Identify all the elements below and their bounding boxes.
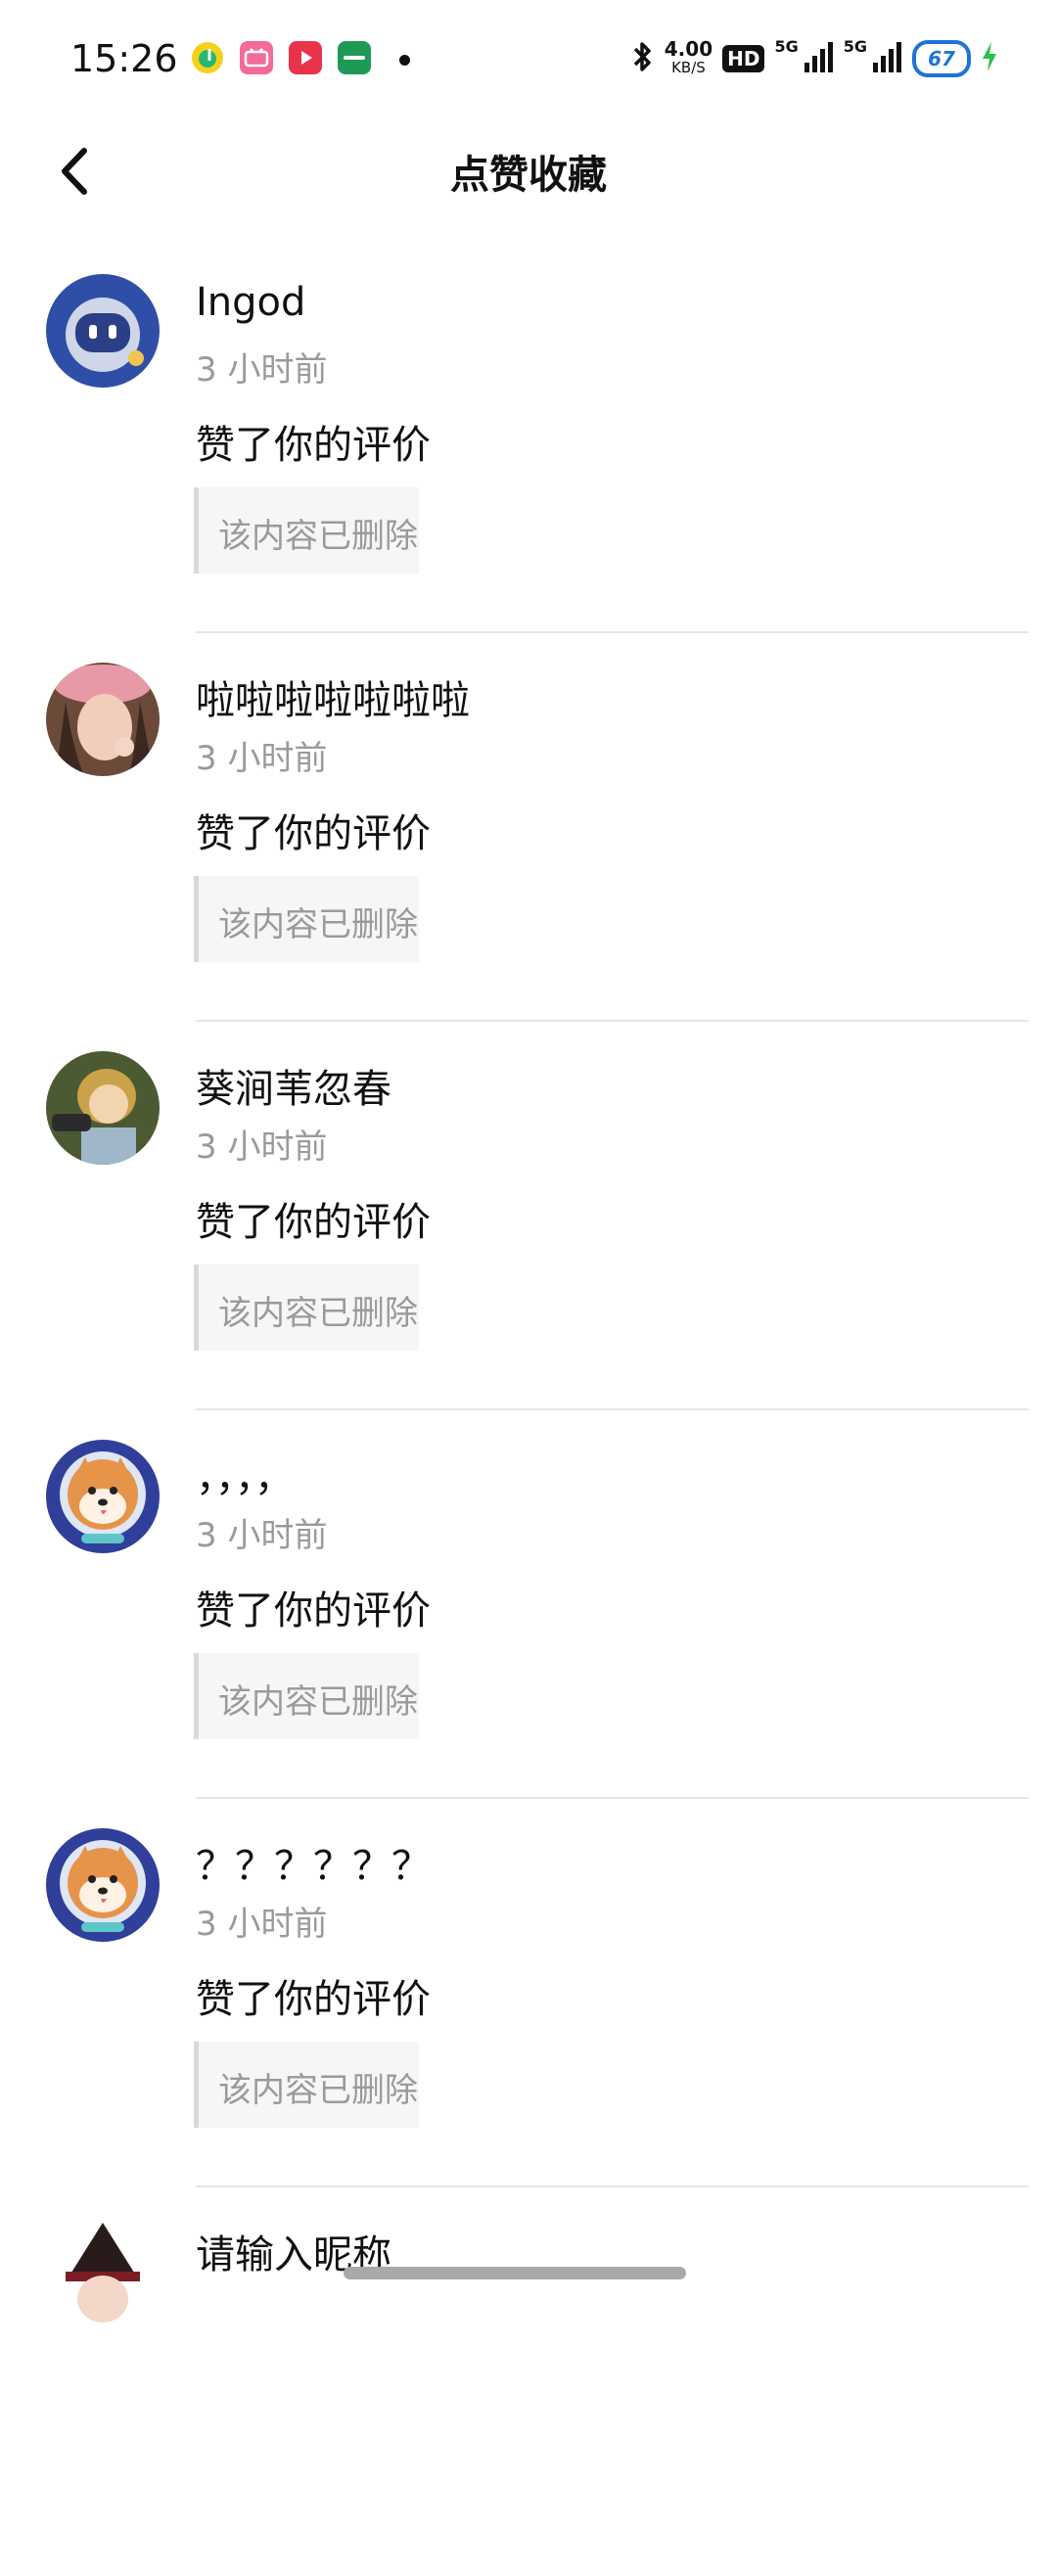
avatar[interactable] — [46, 1051, 160, 1165]
page-title: 点赞收藏 — [450, 153, 607, 198]
list-item[interactable]: 葵涧苇忽春 3 小时前 赞了你的评价 该内容已删除 — [0, 1022, 1057, 1410]
bilibili-icon — [240, 41, 273, 74]
list-item[interactable]: 请输入昵称 — [0, 2187, 1057, 2576]
deleted-content-quote: 该内容已删除 — [194, 1265, 419, 1351]
list-item[interactable]: Ingod 3 小时前 赞了你的评价 该内容已删除 — [0, 245, 1057, 633]
action-text: 赞了你的评价 — [196, 811, 431, 856]
nickname[interactable]: ，，，， — [196, 1446, 294, 1502]
deleted-content-quote: 该内容已删除 — [194, 2042, 419, 2128]
deleted-content-quote: 该内容已删除 — [194, 487, 419, 574]
timestamp: 3 小时前 — [196, 739, 328, 778]
network-type-2: 5G — [843, 37, 867, 56]
avatar[interactable] — [46, 663, 160, 776]
signal-icon-1 — [804, 41, 834, 76]
network-speed: 4.00 KB/S — [664, 37, 713, 76]
avatar[interactable] — [46, 1828, 160, 1942]
avatar[interactable] — [46, 274, 160, 388]
nickname[interactable]: ？？？？？？ — [196, 1834, 431, 1891]
action-text: 赞了你的评价 — [196, 1977, 431, 2022]
qq-music-icon — [191, 41, 224, 74]
action-text: 赞了你的评价 — [196, 1588, 431, 1633]
status-indicators: 4.00 KB/S HD 5G 5G 67 — [631, 37, 998, 80]
network-type-1: 5G — [774, 37, 799, 56]
deleted-content-quote: 该内容已删除 — [194, 1653, 419, 1739]
avatar[interactable] — [46, 2217, 160, 2330]
home-indicator[interactable] — [344, 2267, 686, 2279]
status-time: 15:26 — [70, 37, 178, 80]
timestamp: 3 小时前 — [196, 1127, 328, 1167]
timestamp: 3 小时前 — [196, 1905, 328, 1944]
status-bar: 15:26 4.00 KB/S HD 5G 5G 67 — [0, 0, 1057, 117]
list-item[interactable]: ？？？？？？ 3 小时前 赞了你的评价 该内容已删除 — [0, 1799, 1057, 2187]
list-item[interactable]: 啦啦啦啦啦啦啦 3 小时前 赞了你的评价 该内容已删除 — [0, 633, 1057, 1022]
nickname[interactable]: 啦啦啦啦啦啦啦 — [196, 668, 470, 725]
avatar[interactable] — [46, 1440, 160, 1553]
battery-icon: 67 — [912, 40, 971, 77]
action-text: 赞了你的评价 — [196, 1200, 431, 1245]
timestamp: 3 小时前 — [196, 350, 328, 390]
video-player-icon — [289, 41, 322, 74]
list-item[interactable]: ，，，， 3 小时前 赞了你的评价 该内容已删除 — [0, 1410, 1057, 1799]
notification-dot — [399, 55, 410, 66]
timestamp: 3 小时前 — [196, 1516, 328, 1555]
nickname[interactable]: Ingod — [196, 280, 305, 325]
signal-icon-2 — [873, 41, 902, 76]
oppo-app-icon — [338, 41, 371, 74]
charging-icon — [981, 42, 998, 75]
deleted-content-quote: 该内容已删除 — [194, 876, 419, 962]
action-text: 赞了你的评价 — [196, 423, 431, 468]
notification-list: Ingod 3 小时前 赞了你的评价 该内容已删除 啦啦啦啦啦啦啦 3 小时前 … — [0, 245, 1057, 2576]
top-bar: 点赞收藏 — [0, 117, 1057, 225]
hd-badge: HD — [722, 45, 765, 72]
bluetooth-icon — [631, 39, 655, 78]
nickname[interactable]: 葵涧苇忽春 — [196, 1057, 391, 1114]
